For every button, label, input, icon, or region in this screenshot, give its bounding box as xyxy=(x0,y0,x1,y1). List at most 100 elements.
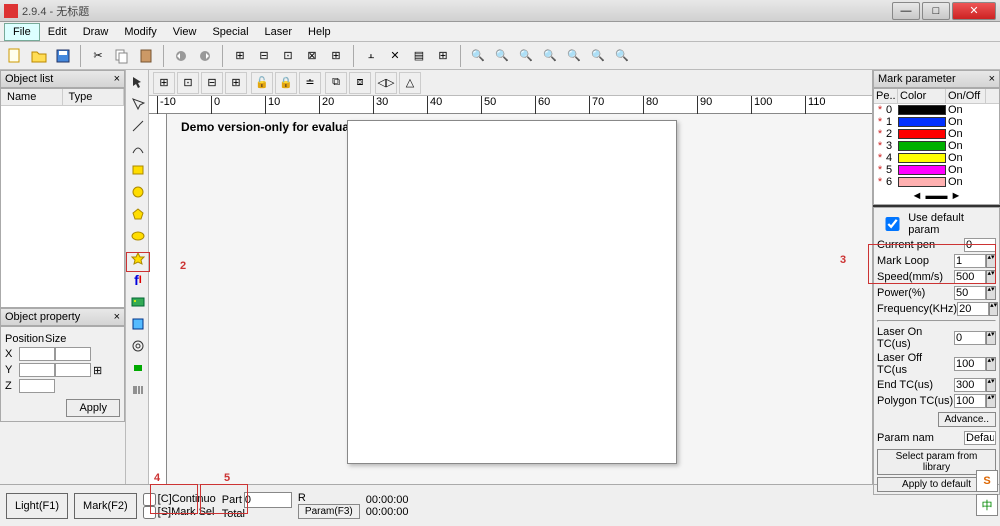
apply-button[interactable]: Apply xyxy=(66,399,120,417)
spin-icon[interactable]: ▴▾ xyxy=(986,254,996,268)
z-pos-input[interactable] xyxy=(19,379,55,393)
zoom-icon[interactable]: 🔍 xyxy=(467,45,489,67)
rect-tool-icon[interactable] xyxy=(128,160,148,180)
hatch4-icon[interactable]: ⊠ xyxy=(301,45,323,67)
grid-icon[interactable]: ⊞ xyxy=(153,72,175,94)
hatch3-icon[interactable]: ⊡ xyxy=(277,45,299,67)
power-input[interactable] xyxy=(954,286,986,300)
star-tool-icon[interactable] xyxy=(128,248,148,268)
close-button[interactable]: ✕ xyxy=(952,2,996,20)
pen-row[interactable]: *5On xyxy=(874,164,999,176)
barcode-tool-icon[interactable] xyxy=(128,380,148,400)
menu-edit[interactable]: Edit xyxy=(40,24,75,40)
use-default-checkbox[interactable] xyxy=(877,217,908,231)
group-icon[interactable]: ⧉ xyxy=(325,72,347,94)
align-icon[interactable]: ≐ xyxy=(299,72,321,94)
menu-draw[interactable]: Draw xyxy=(75,24,117,40)
snap-icon[interactable]: ⊡ xyxy=(177,72,199,94)
light-button[interactable]: Light(F1) xyxy=(6,493,68,519)
ungroup-icon[interactable]: ⧈ xyxy=(349,72,371,94)
pen-row[interactable]: *3On xyxy=(874,140,999,152)
mark-loop-input[interactable] xyxy=(954,254,986,268)
pen-row[interactable]: *4On xyxy=(874,152,999,164)
undo-icon[interactable] xyxy=(170,45,192,67)
zoom-prev-icon[interactable]: 🔍 xyxy=(611,45,633,67)
ortho-icon[interactable]: ⊟ xyxy=(201,72,223,94)
hatch5-icon[interactable]: ⊞ xyxy=(325,45,347,67)
menu-laser[interactable]: Laser xyxy=(257,24,301,40)
mirror-h-icon[interactable]: ◁▷ xyxy=(375,72,397,94)
menu-modify[interactable]: Modify xyxy=(116,24,164,40)
encoder-tool-icon[interactable] xyxy=(128,358,148,378)
marksel-checkbox[interactable] xyxy=(143,506,156,519)
pen-table[interactable]: Pe.. Color On/Off *0On*1On*2On*3On*4On*5… xyxy=(873,88,1000,205)
node-tool-icon[interactable] xyxy=(128,94,148,114)
line-tool-icon[interactable] xyxy=(128,116,148,136)
hatch-tool-icon[interactable] xyxy=(128,314,148,334)
current-pen-input[interactable] xyxy=(964,238,996,252)
menu-view[interactable]: View xyxy=(165,24,205,40)
continuo-checkbox[interactable] xyxy=(143,493,156,506)
pen-row[interactable]: *0On xyxy=(874,104,999,116)
object-list[interactable]: Name Type xyxy=(0,88,125,308)
laser-on-input[interactable] xyxy=(954,331,986,345)
polygon-tool-icon[interactable] xyxy=(128,204,148,224)
advance-button[interactable]: Advance.. xyxy=(938,412,996,427)
col-name[interactable]: Name xyxy=(1,89,63,105)
mark-button[interactable]: Mark(F2) xyxy=(74,493,137,519)
col-type[interactable]: Type xyxy=(63,89,125,105)
select-tool-icon[interactable] xyxy=(128,72,148,92)
speed-input[interactable] xyxy=(954,270,986,284)
menu-special[interactable]: Special xyxy=(204,24,256,40)
x-pos-input[interactable] xyxy=(19,347,55,361)
ime-s-icon[interactable]: S xyxy=(976,470,998,492)
tool-a-icon[interactable]: ⫠ xyxy=(360,45,382,67)
mark-param-close-icon[interactable]: × xyxy=(989,73,995,85)
freq-input[interactable] xyxy=(957,302,989,316)
spiral-tool-icon[interactable] xyxy=(128,336,148,356)
text-tool-icon[interactable]: fI xyxy=(128,270,148,290)
image-tool-icon[interactable] xyxy=(128,292,148,312)
redo-icon[interactable] xyxy=(194,45,216,67)
menu-file[interactable]: File xyxy=(4,23,40,41)
hatch2-icon[interactable]: ⊟ xyxy=(253,45,275,67)
ellipse-tool-icon[interactable] xyxy=(128,226,148,246)
mirror-v-icon[interactable]: △ xyxy=(399,72,421,94)
zoom-sel-icon[interactable]: 🔍 xyxy=(587,45,609,67)
zoom-out-icon[interactable]: 🔍 xyxy=(515,45,537,67)
lock-open-icon[interactable]: 🔓 xyxy=(251,72,273,94)
y-size-input[interactable] xyxy=(55,363,91,377)
y-pos-input[interactable] xyxy=(19,363,55,377)
menu-help[interactable]: Help xyxy=(300,24,339,40)
copy-icon[interactable] xyxy=(111,45,133,67)
open-icon[interactable] xyxy=(28,45,50,67)
ime-cn-icon[interactable]: 中 xyxy=(976,494,998,516)
tree-icon[interactable]: ⊞ xyxy=(432,45,454,67)
pen-row[interactable]: *2On xyxy=(874,128,999,140)
snap2-icon[interactable]: ⊞ xyxy=(225,72,247,94)
curve-tool-icon[interactable] xyxy=(128,138,148,158)
save-icon[interactable] xyxy=(52,45,74,67)
part-input[interactable] xyxy=(244,492,292,508)
lock-icon[interactable]: 🔒 xyxy=(275,72,297,94)
maximize-button[interactable]: □ xyxy=(922,2,950,20)
object-property-close-icon[interactable]: × xyxy=(114,311,120,323)
tool-b-icon[interactable]: ✕ xyxy=(384,45,406,67)
circle-tool-icon[interactable] xyxy=(128,182,148,202)
laser-off-input[interactable] xyxy=(954,357,986,371)
end-tc-input[interactable] xyxy=(954,378,986,392)
pen-row[interactable]: *1On xyxy=(874,116,999,128)
workpiece-rect[interactable] xyxy=(347,120,677,464)
minimize-button[interactable]: — xyxy=(892,2,920,20)
param-name-input[interactable] xyxy=(964,431,996,445)
canvas[interactable]: Demo version-only for evaluation xyxy=(167,114,872,484)
polygon-tc-input[interactable] xyxy=(954,394,986,408)
pen-row[interactable]: *6On xyxy=(874,176,999,188)
cut-icon[interactable]: ✂ xyxy=(87,45,109,67)
zoom-all-icon[interactable]: 🔍 xyxy=(563,45,585,67)
list-icon[interactable]: ▤ xyxy=(408,45,430,67)
object-list-close-icon[interactable]: × xyxy=(114,73,120,85)
param-button[interactable]: Param(F3) xyxy=(298,504,360,519)
hatch1-icon[interactable]: ⊞ xyxy=(229,45,251,67)
new-icon[interactable] xyxy=(4,45,26,67)
